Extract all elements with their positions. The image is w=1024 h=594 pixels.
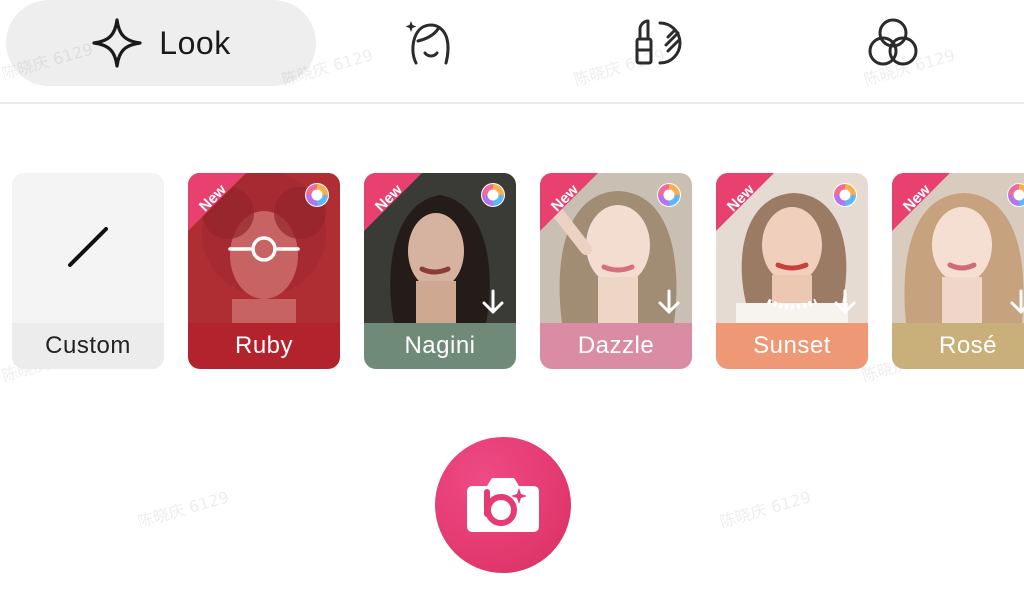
tab-look-label: Look (159, 24, 231, 61)
tab-filter[interactable] (848, 0, 938, 86)
sparkle-icon (91, 17, 143, 69)
watermark: 陈晓庆 6129 (135, 487, 232, 532)
tab-face[interactable] (385, 0, 475, 86)
app-logo-icon (305, 183, 329, 207)
look-name: Ruby (188, 323, 340, 369)
new-badge: New (716, 173, 774, 231)
app-logo-icon (657, 183, 681, 207)
look-card-custom[interactable]: Custom (12, 173, 164, 369)
app-logo-icon (833, 183, 857, 207)
look-name: Dazzle (540, 323, 692, 369)
new-badge: New (540, 173, 598, 231)
new-badge: New (188, 173, 246, 231)
look-card-rose[interactable]: New Rosé (892, 173, 1024, 369)
selected-slider-icon (228, 231, 300, 272)
tab-makeup[interactable] (617, 0, 707, 86)
top-tab-bar: Look (0, 0, 1024, 104)
download-arrow-icon[interactable] (1010, 289, 1024, 315)
download-arrow-icon[interactable] (482, 289, 504, 315)
look-name: Custom (12, 323, 164, 369)
new-badge: New (892, 173, 950, 231)
slash-icon (64, 223, 112, 276)
tab-look[interactable]: Look (6, 0, 316, 86)
watermark: 陈晓庆 6129 (717, 487, 814, 532)
filter-circles-icon (863, 13, 923, 73)
camera-icon (465, 472, 541, 539)
download-arrow-icon[interactable] (834, 289, 856, 315)
look-name: Rosé (892, 323, 1024, 369)
new-badge: New (364, 173, 422, 231)
look-card-ruby[interactable]: New Ruby (188, 173, 340, 369)
download-arrow-icon[interactable] (658, 289, 680, 315)
look-card-dazzle[interactable]: New Dazzle (540, 173, 692, 369)
look-name: Nagini (364, 323, 516, 369)
app-logo-icon (1007, 183, 1024, 207)
app-logo-icon (481, 183, 505, 207)
look-card-nagini[interactable]: New Nagini (364, 173, 516, 369)
camera-shutter-button[interactable] (435, 437, 571, 573)
look-name: Sunset (716, 323, 868, 369)
lipstick-icon (632, 15, 692, 71)
look-card-sunset[interactable]: New Sunset (716, 173, 868, 369)
looks-carousel[interactable]: Custom New Ruby New Nagini New Dazzle Ne… (0, 173, 1024, 369)
face-retouch-icon (402, 15, 458, 71)
